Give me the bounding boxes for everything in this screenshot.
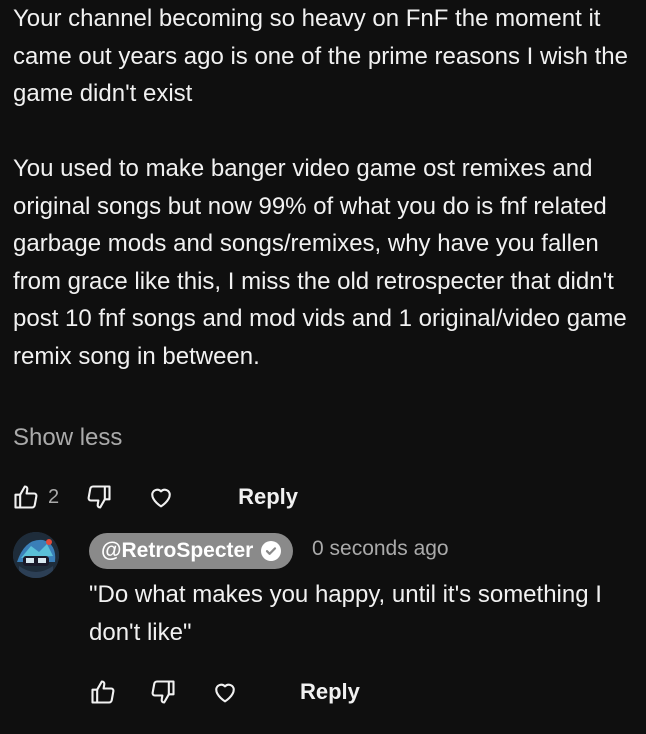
- reply-button[interactable]: Reply: [238, 484, 298, 510]
- like-count: 2: [48, 485, 60, 508]
- reply-action-bar: Reply: [83, 672, 360, 712]
- avatar[interactable]: [13, 532, 59, 578]
- heart-icon: [215, 683, 235, 703]
- verified-check-icon: [261, 541, 282, 561]
- heart-button[interactable]: [141, 477, 181, 517]
- reply-like-button[interactable]: [83, 672, 123, 712]
- comment-text: Your channel becoming so heavy on FnF th…: [13, 5, 628, 370]
- reply-text: "Do what makes you happy, until it's som…: [89, 581, 602, 646]
- author-name: @RetroSpecter: [101, 539, 254, 562]
- reply-heart-button[interactable]: [205, 672, 245, 712]
- comment-action-bar: 2 Reply: [6, 477, 298, 517]
- thumbs-up-icon: [91, 680, 115, 704]
- author-chip[interactable]: @RetroSpecter: [89, 533, 294, 569]
- dislike-button[interactable]: [79, 477, 119, 517]
- reply-reply-button[interactable]: Reply: [300, 679, 360, 705]
- like-button[interactable]: [6, 477, 46, 517]
- thumbs-down-icon: [87, 485, 111, 509]
- thumbs-up-icon: [14, 485, 38, 509]
- heart-icon: [151, 488, 171, 508]
- thumbs-down-icon: [151, 680, 175, 704]
- reply-dislike-button[interactable]: [143, 672, 183, 712]
- avatar-image: [13, 532, 59, 578]
- show-less-button[interactable]: Show less: [13, 419, 122, 456]
- reply-timestamp[interactable]: 0 seconds ago: [312, 537, 449, 561]
